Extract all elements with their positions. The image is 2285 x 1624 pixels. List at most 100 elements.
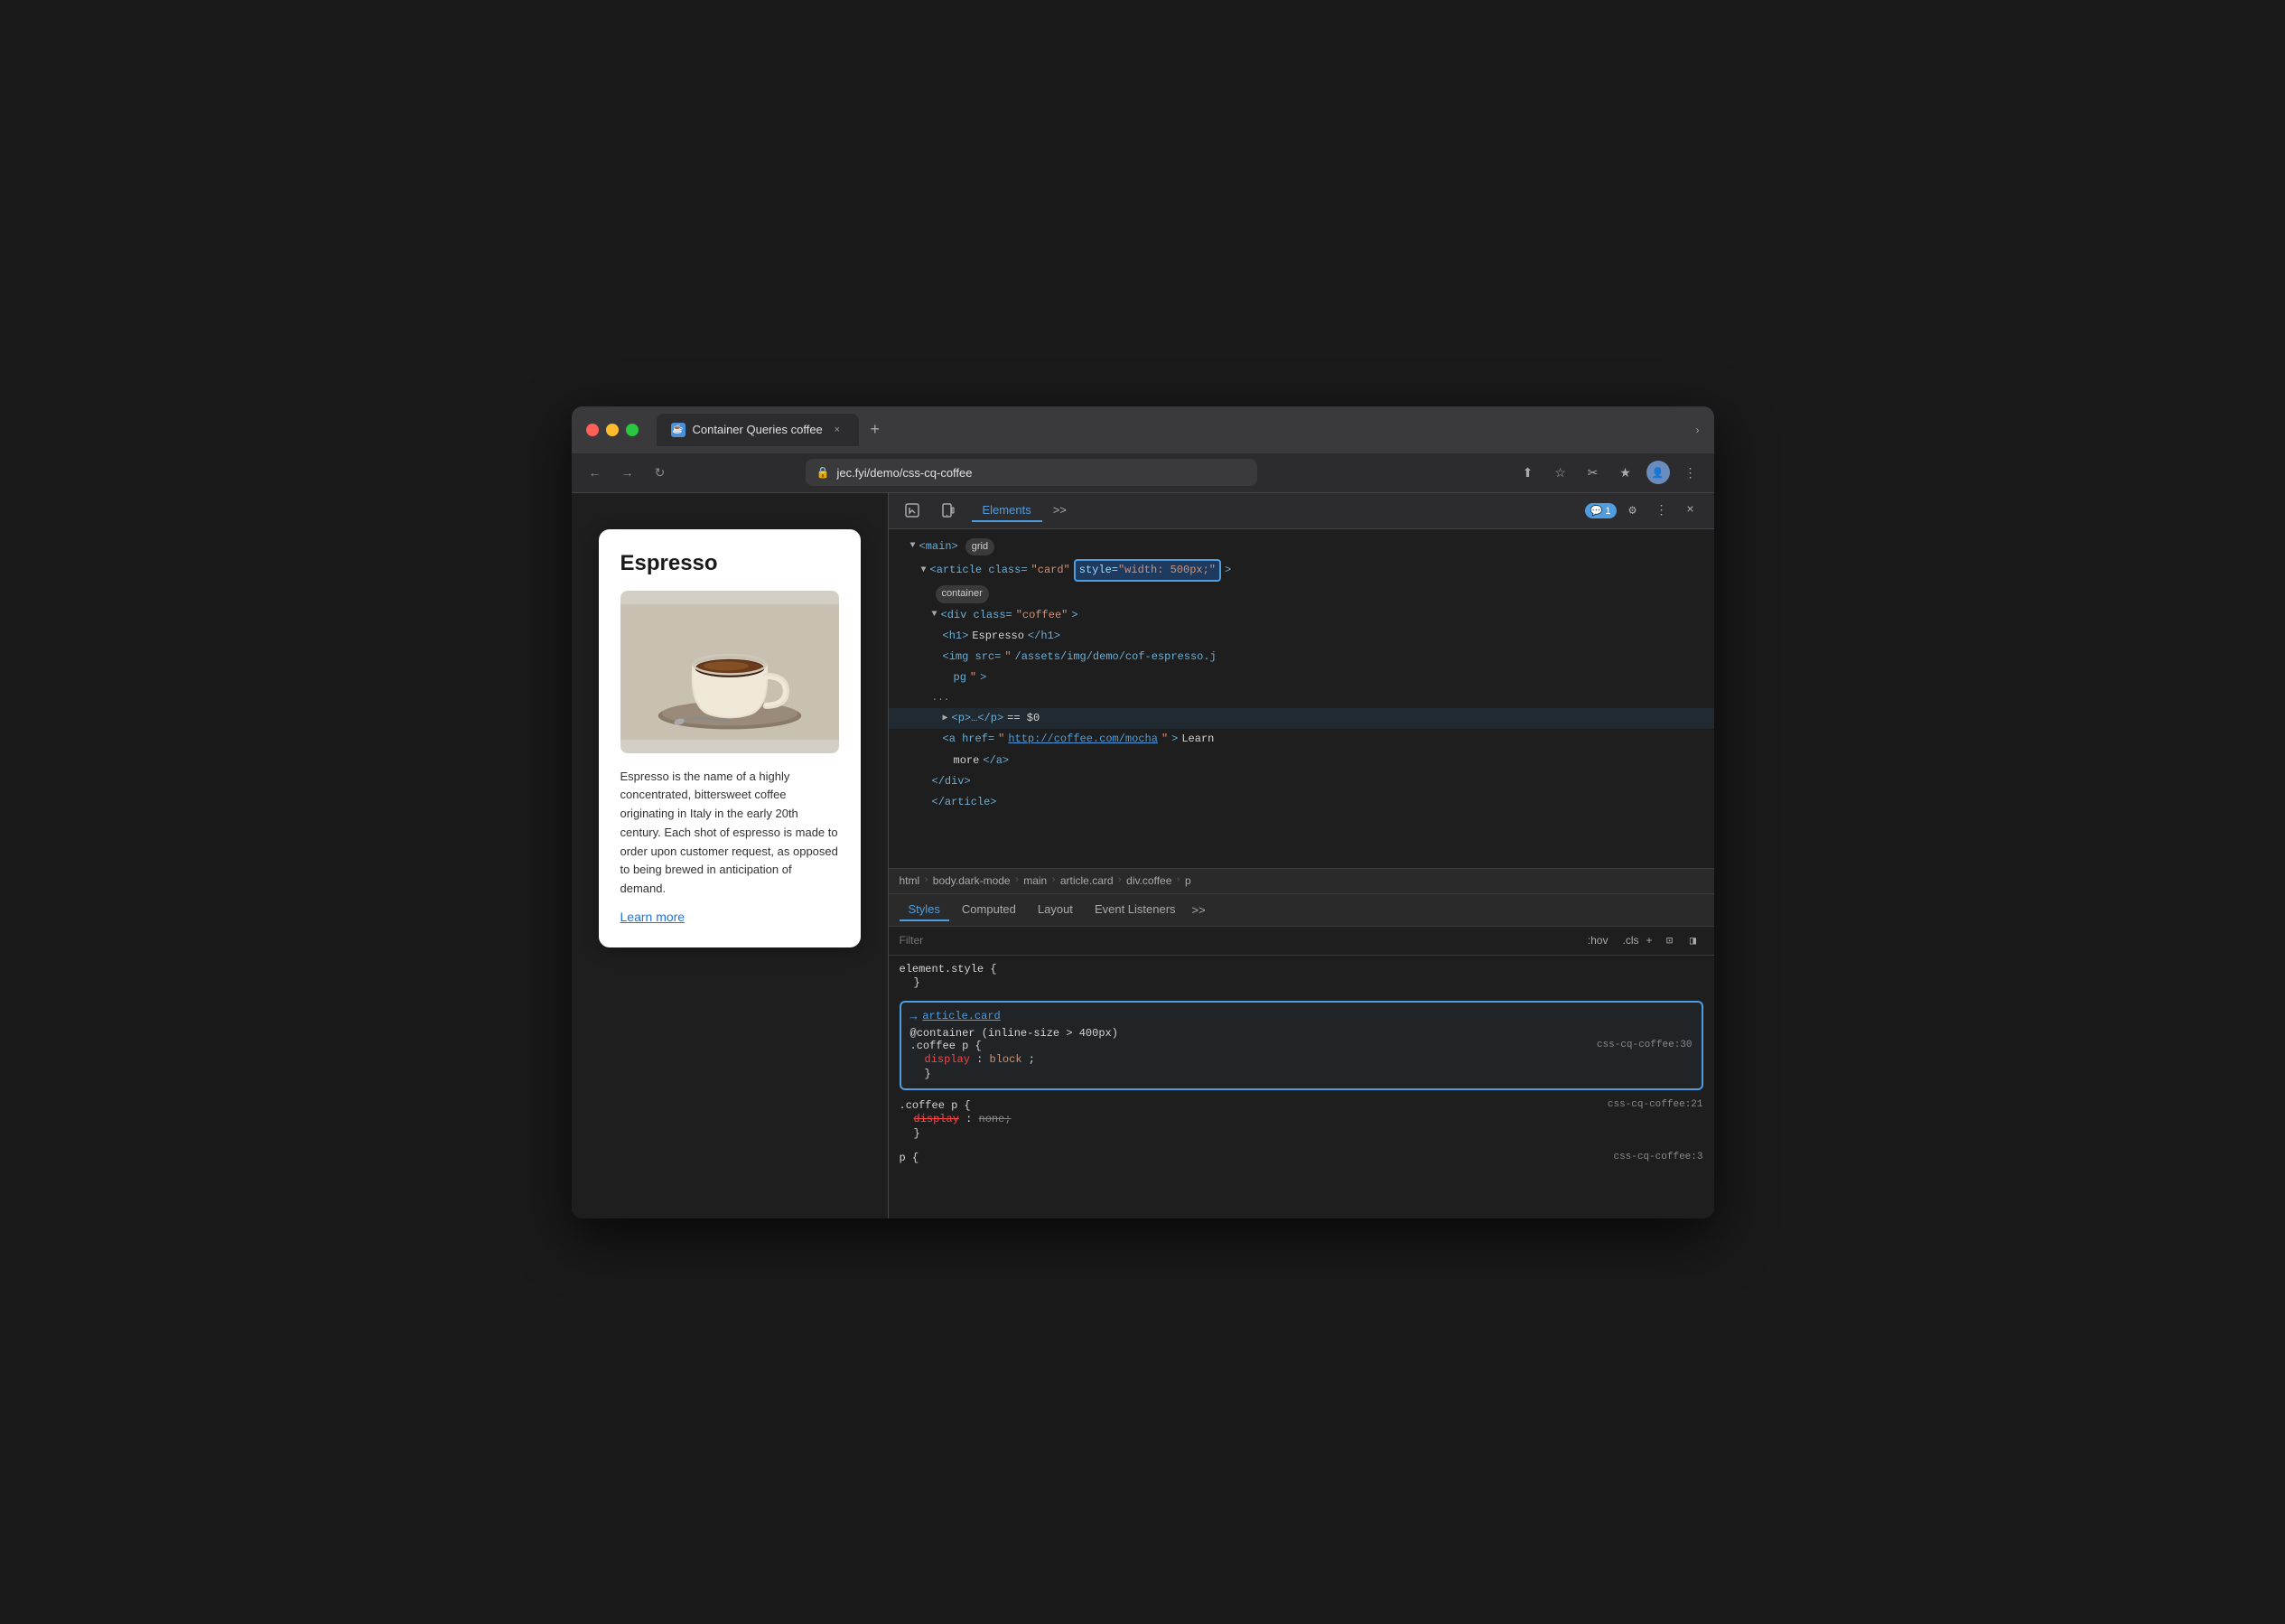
extensions-icon[interactable]: ★ — [1613, 460, 1638, 485]
dom-article-tag: <article class= — [930, 562, 1028, 579]
tab-favicon: ☕ — [671, 423, 686, 437]
filter-icon-toggle[interactable]: ◨ — [1683, 930, 1703, 950]
styles-tab-computed[interactable]: Computed — [953, 899, 1025, 921]
filter-cls[interactable]: .cls — [1622, 934, 1638, 947]
forward-button[interactable]: → — [615, 460, 640, 485]
dom-div-coffee-line[interactable]: ▼ <div class="coffee"> — [889, 605, 1714, 626]
filter-icon-copy[interactable]: ⊡ — [1660, 930, 1680, 950]
container-query-arrow: → — [910, 1010, 918, 1023]
dom-h1-line[interactable]: <h1>Espresso</h1> — [889, 626, 1714, 647]
dom-div-class-val: "coffee" — [1016, 607, 1068, 624]
breadcrumb-body[interactable]: body.dark-mode — [933, 874, 1011, 887]
dom-div-close-line: </div> — [889, 771, 1714, 792]
dom-article-line[interactable]: ▼ <article class="card" style="width: 50… — [889, 557, 1714, 583]
tabs-container: ☕ Container Queries coffee × + — [657, 414, 1685, 446]
devtools-tab-bar: Elements >> — [972, 499, 1574, 522]
new-tab-button[interactable]: + — [863, 417, 888, 443]
address-bar: ← → ↻ 🔒 jec.fyi/demo/css-cq-coffee ⬆ ☆ ✂… — [572, 453, 1714, 493]
filter-icons: ⊡ ◨ — [1660, 930, 1703, 950]
dom-h1-tag: <h1> — [943, 628, 969, 645]
dom-article-class-val: "card" — [1031, 562, 1070, 579]
coffee-title: Espresso — [620, 551, 839, 576]
user-avatar: 👤 — [1646, 461, 1670, 484]
devtools-more-icon[interactable]: ⋮ — [1649, 498, 1674, 523]
breadcrumb-html[interactable]: html — [900, 874, 920, 887]
filter-plus[interactable]: + — [1646, 934, 1652, 947]
devtools-panel: Elements >> 💬 1 ⚙ ⋮ × ▼ <main> — [888, 493, 1714, 1218]
styles-panel: Styles Computed Layout Event Listeners >… — [889, 894, 1714, 1218]
styles-tab-event-listeners[interactable]: Event Listeners — [1086, 899, 1185, 921]
devtools-toolbar: Elements >> 💬 1 ⚙ ⋮ × — [889, 493, 1714, 529]
profile-icon-btn[interactable]: 👤 — [1646, 460, 1671, 485]
dom-a-href-val[interactable]: http://coffee.com/mocha — [1008, 731, 1158, 748]
dom-triangle-article[interactable]: ▼ — [921, 564, 927, 578]
breadcrumb-bar: html › body.dark-mode › main › article.c… — [889, 869, 1714, 894]
minimize-traffic-light[interactable] — [606, 424, 619, 436]
styles-tab-bar: Styles Computed Layout Event Listeners >… — [889, 894, 1714, 927]
scissors-icon[interactable]: ✂ — [1581, 460, 1606, 485]
dom-triangle-main[interactable]: ▼ — [910, 539, 916, 554]
notification-badge: 💬 1 — [1585, 503, 1617, 518]
dom-triangle-p[interactable]: ▶ — [943, 712, 948, 726]
p-rule-block: p { css-cq-coffee:3 — [900, 1152, 1703, 1164]
styles-content: element.style { } → article.card — [889, 956, 1714, 1218]
breadcrumb-div[interactable]: div.coffee — [1126, 874, 1171, 887]
container-source: css-cq-coffee:30 — [1597, 1040, 1693, 1050]
breadcrumb-main[interactable]: main — [1023, 874, 1047, 887]
browser-window: ☕ Container Queries coffee × + › ← → ↻ 🔒… — [572, 406, 1714, 1218]
dom-img-line1[interactable]: <img src="/assets/img/demo/cof-espresso.… — [889, 647, 1714, 667]
container-prop-line: display : block ; — [910, 1052, 1693, 1067]
url-bar[interactable]: 🔒 jec.fyi/demo/css-cq-coffee — [806, 459, 1257, 486]
menu-icon[interactable]: ⋮ — [1678, 460, 1703, 485]
breadcrumb-p[interactable]: p — [1185, 874, 1191, 887]
learn-more-link[interactable]: Learn more — [620, 910, 686, 924]
dom-p-line[interactable]: ▶ <p>…</p> == $0 — [889, 708, 1714, 729]
styles-tab-more[interactable]: >> — [1192, 903, 1206, 917]
refresh-button[interactable]: ↻ — [648, 460, 673, 485]
dom-img-tag-open: <img src= — [943, 649, 1002, 666]
devtools-settings-icon[interactable]: ⚙ — [1620, 498, 1646, 523]
dom-img-src2: pg — [954, 669, 966, 686]
container-query-header: → article.card — [910, 1010, 1693, 1023]
p-selector: p { css-cq-coffee:3 — [900, 1152, 1703, 1164]
filter-hover[interactable]: :hov — [1588, 934, 1609, 947]
devtools-right-icons: 💬 1 ⚙ ⋮ × — [1585, 498, 1703, 523]
bookmark-icon[interactable]: ☆ — [1548, 460, 1573, 485]
dom-a-more-line: more</a> — [889, 751, 1714, 771]
dom-main-line[interactable]: ▼ <main> grid — [889, 537, 1714, 558]
styles-tab-styles[interactable]: Styles — [900, 899, 949, 921]
dom-three-dots: ... — [932, 691, 950, 707]
filter-input[interactable] — [900, 934, 1581, 947]
dom-img-src: " — [1004, 649, 1011, 666]
tab-close-button[interactable]: × — [830, 423, 844, 437]
rule2-source: css-cq-coffee:21 — [1608, 1099, 1703, 1110]
dom-img-line2: pg"> — [889, 667, 1714, 688]
filter-bar: :hov .cls + ⊡ ◨ — [889, 927, 1714, 956]
dom-p-tag: <p>…</p> — [952, 710, 1004, 727]
title-bar: ☕ Container Queries coffee × + › — [572, 406, 1714, 453]
devtools-tab-elements[interactable]: Elements — [972, 499, 1042, 522]
dom-a-line[interactable]: <a href="http://coffee.com/mocha">Learn — [889, 729, 1714, 750]
window-chevron: › — [1696, 424, 1700, 436]
maximize-traffic-light[interactable] — [626, 424, 639, 436]
element-style-block: element.style { } — [900, 963, 1703, 990]
devtools-tab-more[interactable]: >> — [1042, 499, 1077, 522]
active-tab[interactable]: ☕ Container Queries coffee × — [657, 414, 859, 446]
close-traffic-light[interactable] — [586, 424, 599, 436]
coffee-p-close-brace: } — [900, 1126, 1703, 1141]
breadcrumb-article[interactable]: article.card — [1060, 874, 1114, 887]
devtools-close-icon[interactable]: × — [1678, 498, 1703, 523]
back-button[interactable]: ← — [583, 460, 608, 485]
device-mode-icon[interactable] — [936, 498, 961, 523]
styles-tab-layout[interactable]: Layout — [1029, 899, 1082, 921]
dom-triangle-div[interactable]: ▼ — [932, 608, 937, 622]
coffee-p-selector: .coffee p { css-cq-coffee:21 — [900, 1099, 1703, 1112]
share-icon[interactable]: ⬆ — [1516, 460, 1541, 485]
coffee-card: Espresso — [599, 529, 861, 948]
container-article-link[interactable]: article.card — [922, 1010, 1000, 1022]
inspect-element-icon[interactable] — [900, 498, 925, 523]
element-style-close: } — [900, 975, 1703, 990]
page-preview: Espresso — [572, 493, 888, 1218]
dom-div-close-tag: </div> — [932, 773, 971, 790]
dom-tree: ▼ <main> grid ▼ <article class="card" st… — [889, 529, 1714, 869]
